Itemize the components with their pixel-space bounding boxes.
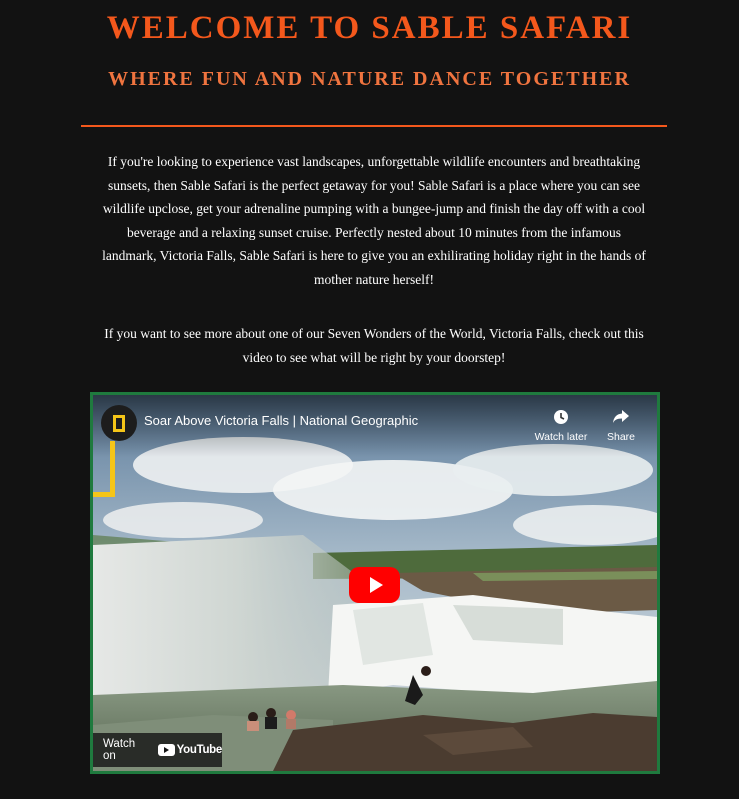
watch-on-label: Watch on [103, 738, 136, 762]
page-subtitle: WHERE FUN AND NATURE DANCE TOGETHER [108, 68, 631, 90]
intro-paragraph: If you're looking to experience vast lan… [102, 154, 646, 287]
video-title-link[interactable]: Soar Above Victoria Falls | National Geo… [144, 413, 418, 428]
video-embed[interactable]: Soar Above Victoria Falls | National Geo… [90, 392, 660, 774]
national-geographic-logo-icon[interactable] [101, 405, 137, 441]
youtube-logo-icon: YouTube [157, 744, 223, 756]
play-button[interactable] [349, 567, 400, 603]
share-button[interactable]: Share [591, 407, 651, 443]
natgeo-border-icon [93, 441, 115, 497]
watch-later-label: Watch later [534, 431, 588, 443]
share-icon [591, 407, 651, 427]
play-icon [369, 577, 383, 593]
share-label: Share [606, 431, 636, 443]
header-divider [81, 125, 667, 127]
video-intro-paragraph: If you want to see more about one of our… [104, 326, 644, 365]
youtube-wordmark: YouTube [176, 744, 223, 756]
watch-later-button[interactable]: Watch later [531, 407, 591, 443]
clock-icon [531, 407, 591, 427]
watch-on-youtube-button[interactable]: Watch on YouTube [93, 733, 222, 767]
page-title: WELCOME TO SABLE SAFARI [106, 10, 633, 46]
